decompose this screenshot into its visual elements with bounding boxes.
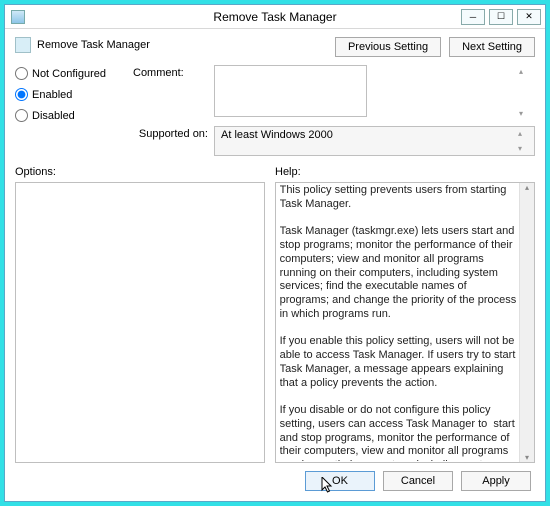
help-pane: This policy setting prevents users from … <box>275 182 535 463</box>
comment-scroll-icon: ▴▾ <box>519 67 533 118</box>
header-row: Remove Task Manager Previous Setting Nex… <box>15 37 535 57</box>
radio-not-configured[interactable]: Not Configured <box>15 67 125 80</box>
content-area: Remove Task Manager Previous Setting Nex… <box>5 29 545 501</box>
radio-disabled-input[interactable] <box>15 109 28 122</box>
supported-on-value-box: At least Windows 2000 ▴▾ <box>214 126 535 156</box>
lower-panels: Options: Help: This policy setting preve… <box>15 166 535 463</box>
comment-input[interactable] <box>214 65 367 117</box>
radio-enabled-label: Enabled <box>32 89 72 101</box>
supported-scroll-icon: ▴▾ <box>518 129 532 153</box>
options-label: Options: <box>15 166 275 178</box>
minimize-button[interactable]: ─ <box>461 9 485 25</box>
titlebar[interactable]: Remove Task Manager ─ ☐ ✕ <box>5 5 545 29</box>
next-setting-button[interactable]: Next Setting <box>449 37 535 57</box>
maximize-button[interactable]: ☐ <box>489 9 513 25</box>
scroll-down-icon[interactable]: ▾ <box>525 453 529 462</box>
radio-enabled-input[interactable] <box>15 88 28 101</box>
window-controls: ─ ☐ ✕ <box>461 9 545 25</box>
radio-not-configured-input[interactable] <box>15 67 28 80</box>
radio-disabled-label: Disabled <box>32 110 75 122</box>
comment-label: Comment: <box>133 65 208 120</box>
supported-on-value: At least Windows 2000 <box>221 129 333 141</box>
app-icon <box>11 10 25 24</box>
supported-on-label: Supported on: <box>133 126 208 156</box>
configuration-row: Not Configured Enabled Disabled Comment:… <box>15 65 535 156</box>
radio-not-configured-label: Not Configured <box>32 68 106 80</box>
help-text: This policy setting prevents users from … <box>280 184 518 461</box>
help-scrollbar[interactable]: ▴ ▾ <box>519 183 534 462</box>
previous-setting-button[interactable]: Previous Setting <box>335 37 441 57</box>
help-label: Help: <box>275 166 301 178</box>
dialog-window: Remove Task Manager ─ ☐ ✕ Remove Task Ma… <box>4 4 546 502</box>
policy-icon <box>15 37 31 53</box>
apply-button[interactable]: Apply <box>461 471 531 491</box>
state-radio-group: Not Configured Enabled Disabled <box>15 65 125 156</box>
close-button[interactable]: ✕ <box>517 9 541 25</box>
radio-disabled[interactable]: Disabled <box>15 109 125 122</box>
policy-name: Remove Task Manager <box>37 39 150 51</box>
cancel-button[interactable]: Cancel <box>383 471 453 491</box>
dialog-footer: OK Cancel Apply <box>15 463 535 497</box>
options-pane <box>15 182 265 463</box>
radio-enabled[interactable]: Enabled <box>15 88 125 101</box>
ok-button[interactable]: OK <box>305 471 375 491</box>
scroll-up-icon[interactable]: ▴ <box>525 183 529 192</box>
